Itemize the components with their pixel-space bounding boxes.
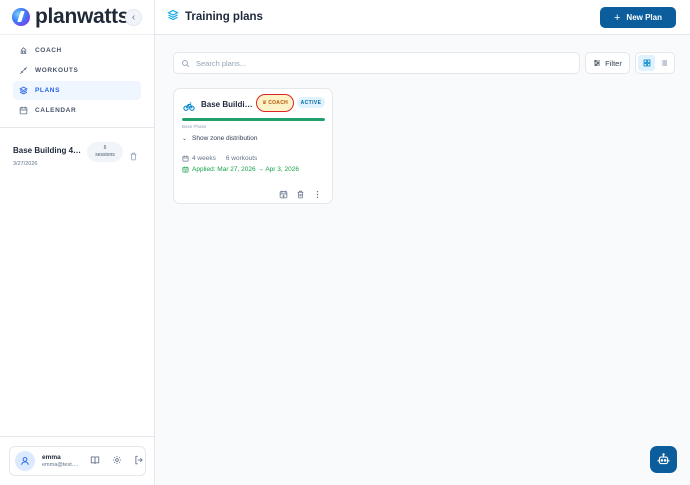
sidebar-item-plans[interactable]: PLANS [13,81,141,100]
plan-card-title: Base Building 4 Weeks [201,100,255,109]
new-plan-label: New Plan [626,13,662,22]
topbar: Training plans + New Plan [155,0,690,35]
plans-toolbar: Filter [173,52,676,74]
sessions-count: 6 [103,145,107,151]
list-view-button[interactable] [655,55,672,71]
coach-icon [19,46,28,55]
search-input[interactable] [196,58,556,68]
plan-progress-bar [182,118,325,121]
plan-applied: Applied: Mar 27, 2026 → Apr 3, 2026 [182,166,299,173]
gear-icon[interactable] [112,452,122,470]
sidebar-item-label: WORKOUTS [35,67,79,74]
sidebar-item-label: PLANS [35,87,61,94]
collapse-sidebar-button[interactable]: ‹ [125,9,142,26]
page-title: Training plans [185,11,263,23]
plus-icon: + [613,11,621,24]
chevron-down-icon: ⌄ [182,136,188,142]
search-icon [181,59,190,67]
sidebar-item-coach[interactable]: COACH [13,41,141,60]
logout-icon[interactable] [134,452,144,470]
sidebar-item-label: COACH [35,47,62,54]
filter-label: Filter [605,58,622,68]
delete-plan-icon[interactable] [296,186,305,204]
user-actions [90,452,144,470]
robot-icon [657,453,670,465]
plan-applied-dates: Applied: Mar 27, 2026 → Apr 3, 2026 [192,166,299,173]
plan-progress-fill [182,118,325,121]
sessions-badge: 6 sessions [87,142,123,162]
plan-card[interactable]: Base Building 4 Weeks ♛ COACH ACTIVE Bas… [173,88,333,204]
sessions-label: sessions [95,152,115,158]
filter-button[interactable]: Filter [585,52,630,74]
avatar[interactable] [15,451,35,471]
user-icon [21,457,29,465]
search-box [173,52,580,74]
plan-weeks: 4 weeks [192,155,216,162]
sidebar-plan-title: Base Building 4 Weeks [13,146,83,155]
grid-icon [643,59,650,67]
calendar-check-icon [182,166,189,173]
user-email: emma@test.com [42,462,80,468]
sidebar-item-label: CALENDAR [35,107,77,114]
assistant-fab-button[interactable] [650,446,677,473]
sliders-icon [594,59,601,67]
status-badge: ACTIVE [297,97,325,108]
plan-meta: 4 weeks 6 workouts [182,155,257,162]
sidebar: planwatts ‹ COACH WORKOUTS PLANS CALENDA… [0,0,155,485]
calendar-icon [19,106,28,115]
more-options-icon[interactable] [313,186,322,204]
main-content: Training plans + New Plan Filter [155,0,690,485]
bike-icon [183,99,195,111]
sidebar-item-workouts[interactable]: WORKOUTS [13,61,141,80]
list-icon [660,60,667,66]
grid-view-button[interactable] [638,55,655,71]
app-root: planwatts ‹ COACH WORKOUTS PLANS CALENDA… [0,0,690,485]
zone-distribution-toggle[interactable]: ⌄ Show zone distribution [182,135,257,142]
user-card: emma emma@test.com [9,446,146,476]
new-plan-button[interactable]: + New Plan [600,7,676,28]
sidebar-plan-entry[interactable]: Base Building 4 Weeks 3/27/2026 6 sessio… [0,128,154,178]
coach-badge: ♛ COACH [256,94,294,112]
view-toggle [635,52,675,74]
user-name: emma [42,454,61,461]
schedule-plan-icon[interactable] [279,186,288,204]
dumbbell-icon [19,66,28,75]
layers-icon [19,86,28,95]
sidebar-nav: COACH WORKOUTS PLANS CALENDAR [0,35,154,120]
plan-workouts: 6 workouts [225,155,258,162]
calendar-icon [182,155,189,162]
plan-card-actions [279,186,322,204]
crown-icon: ♛ [261,100,268,106]
layers-icon [167,8,179,26]
brand: planwatts ‹ [0,0,154,35]
sidebar-plan-date: 3/27/2026 [13,161,38,167]
user-info: emma emma@test.com [42,454,80,468]
sidebar-bottom-divider [0,436,154,437]
phase-label: Base Phase [182,124,207,129]
sidebar-item-calendar[interactable]: CALENDAR [13,101,141,120]
coach-badge-label: COACH [268,100,289,106]
planwatts-logo-icon [12,8,30,26]
book-icon[interactable] [90,452,100,470]
delete-plan-entry-icon[interactable] [129,148,138,161]
brand-name: planwatts [35,5,130,28]
zone-toggle-label: Show zone distribution [192,135,258,142]
